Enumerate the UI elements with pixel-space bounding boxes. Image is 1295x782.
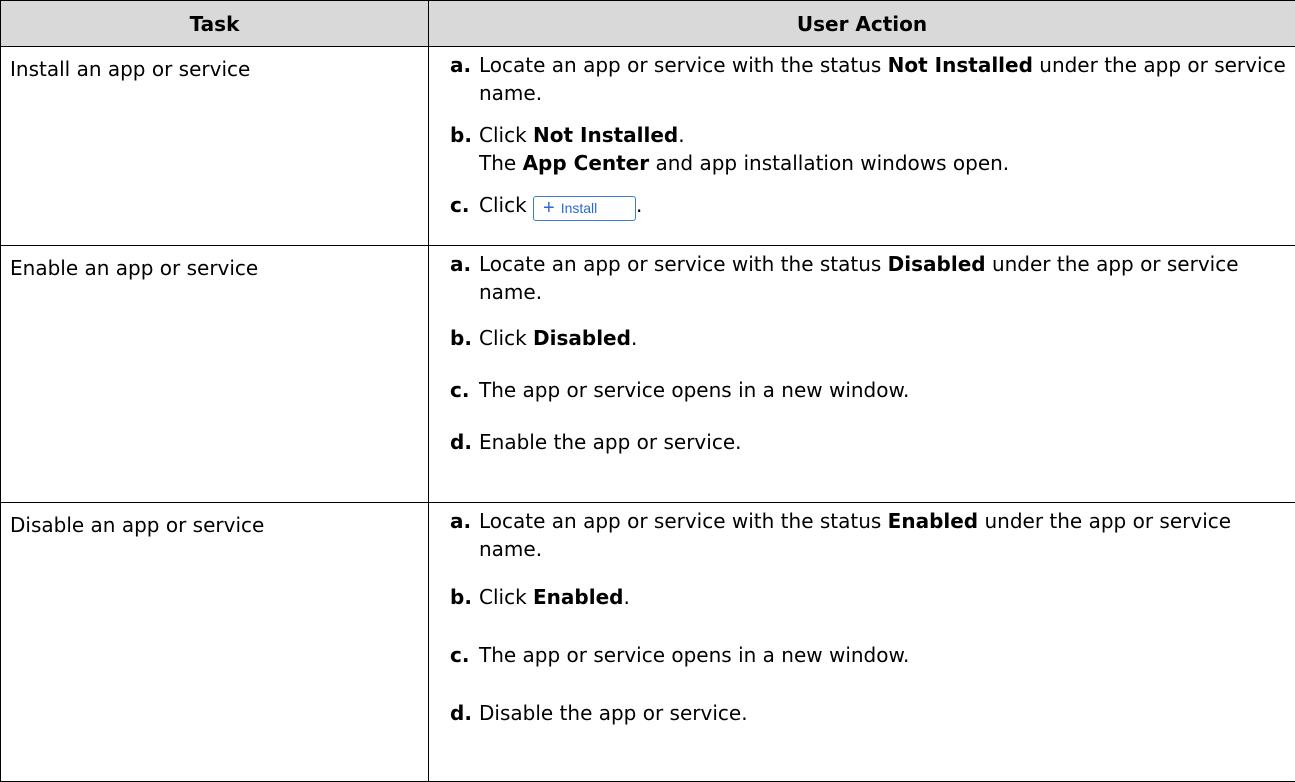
step-label: c. <box>450 193 470 217</box>
step-item: a. Locate an app or service with the sta… <box>450 250 1291 306</box>
install-button[interactable]: + Install <box>533 195 637 221</box>
step-item: c. Click + Install. <box>450 191 1291 221</box>
step-label: c. <box>450 378 470 402</box>
step-text: Click <box>479 123 534 147</box>
task-cell: Enable an app or service <box>0 245 429 503</box>
step-text: Locate an app or service with the status <box>479 509 888 533</box>
status-term: Enabled <box>887 509 979 533</box>
step-item: a. Locate an app or service with the sta… <box>450 507 1291 563</box>
step-item: b. Click Not Installed. The App Center an… <box>450 121 1291 177</box>
step-label: c. <box>450 643 470 667</box>
step-item: a. Locate an app or service with the sta… <box>450 51 1291 107</box>
action-cell: a. Locate an app or service with the sta… <box>428 46 1295 246</box>
step-text: Click <box>479 326 534 350</box>
status-term: Not Installed <box>887 53 1033 77</box>
status-term: Not Installed <box>533 123 679 147</box>
header-task: Task <box>0 0 429 47</box>
step-text: Locate an app or service with the status <box>479 252 888 276</box>
table-row: Enable an app or service a. Locate an ap… <box>0 245 1295 503</box>
step-item: c. The app or service opens in a new win… <box>450 641 1291 669</box>
step-text: . <box>678 123 685 147</box>
task-text: Install an app or service <box>10 57 251 81</box>
step-item: d. Enable the app or service. <box>450 428 1291 456</box>
step-text: Disable the app or service. <box>479 701 748 725</box>
step-label: a. <box>450 509 472 533</box>
step-label: d. <box>450 701 472 725</box>
step-label: b. <box>450 123 472 147</box>
step-item: d. Disable the app or service. <box>450 699 1291 727</box>
status-term: Disabled <box>533 326 631 350</box>
plus-icon: + <box>543 197 555 219</box>
action-cell: a. Locate an app or service with the sta… <box>428 502 1295 782</box>
step-item: b. Click Enabled. <box>450 583 1291 611</box>
task-cell: Disable an app or service <box>0 502 429 782</box>
task-text: Enable an app or service <box>10 256 259 280</box>
table-row: Disable an app or service a. Locate an a… <box>0 502 1295 782</box>
step-text: Click <box>479 585 534 609</box>
step-text: The app or service opens in a new window… <box>479 378 910 402</box>
step-label: b. <box>450 326 472 350</box>
header-row: Task User Action <box>0 0 1295 47</box>
status-term: Disabled <box>887 252 986 276</box>
step-text: The <box>479 151 523 175</box>
step-item: b. Click Disabled. <box>450 324 1291 352</box>
task-text: Disable an app or service <box>10 513 265 537</box>
step-text: . <box>630 326 638 350</box>
step-text: The app or service opens in a new window… <box>479 643 910 667</box>
step-label: d. <box>450 430 472 454</box>
action-cell: a. Locate an app or service with the sta… <box>428 245 1295 503</box>
status-term: Enabled <box>533 585 624 609</box>
step-label: a. <box>450 53 472 77</box>
task-action-table: Task User Action Install an app or servi… <box>0 0 1295 782</box>
app-center-term: App Center <box>522 151 650 175</box>
step-text: Locate an app or service with the status <box>479 53 888 77</box>
table-row: Install an app or service a. Locate an a… <box>0 46 1295 246</box>
install-button-label: Install <box>560 200 598 216</box>
step-label: a. <box>450 252 472 276</box>
header-user-action: User Action <box>428 0 1295 47</box>
task-cell: Install an app or service <box>0 46 429 246</box>
step-text: . <box>636 193 643 217</box>
step-text: Enable the app or service. <box>479 430 742 454</box>
step-text: Click <box>479 193 534 217</box>
step-text: and app installation windows open. <box>649 151 1010 175</box>
step-item: c. The app or service opens in a new win… <box>450 376 1291 404</box>
step-label: b. <box>450 585 472 609</box>
step-text: . <box>623 585 630 609</box>
